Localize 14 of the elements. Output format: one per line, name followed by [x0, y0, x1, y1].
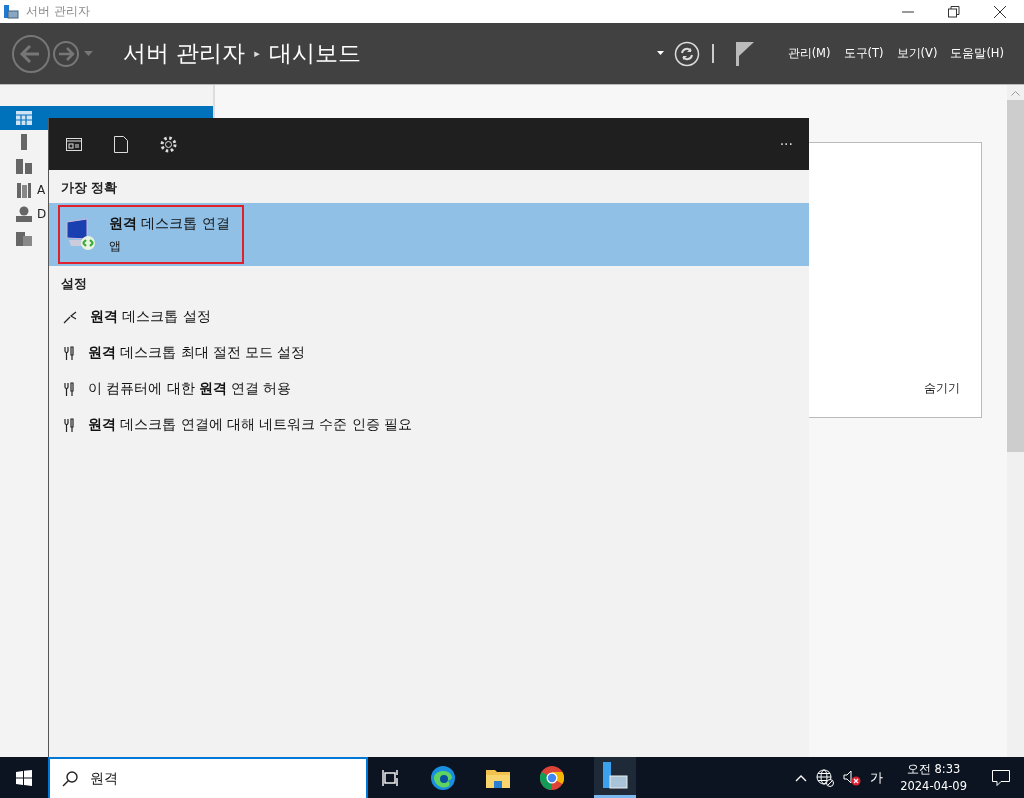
section-heading: 설정	[60, 275, 88, 293]
search-text: 원격	[90, 769, 118, 788]
sidebar-label: D	[37, 207, 47, 221]
result-title: 원격 데스크톱 연결	[109, 214, 230, 233]
result-text: 원격 데스크톱 연결에 대해 네트워크 수준 인증 필요	[88, 416, 413, 434]
breadcrumb-separator: ▸	[254, 47, 260, 60]
result-text: 이 컴퓨터에 대한 원격 연결 허용	[88, 380, 292, 398]
result-text: 원격 데스크톱 최대 절전 모드 설정	[88, 344, 306, 362]
result-text: 원격 데스크톱 설정	[90, 308, 211, 326]
sidebar-label: A	[37, 183, 46, 197]
window-title: 서버 관리자	[26, 3, 90, 20]
result-type: 앱	[109, 237, 122, 255]
breadcrumb-page: 대시보드	[268, 39, 361, 68]
section-heading: 가장 정확	[60, 179, 119, 197]
